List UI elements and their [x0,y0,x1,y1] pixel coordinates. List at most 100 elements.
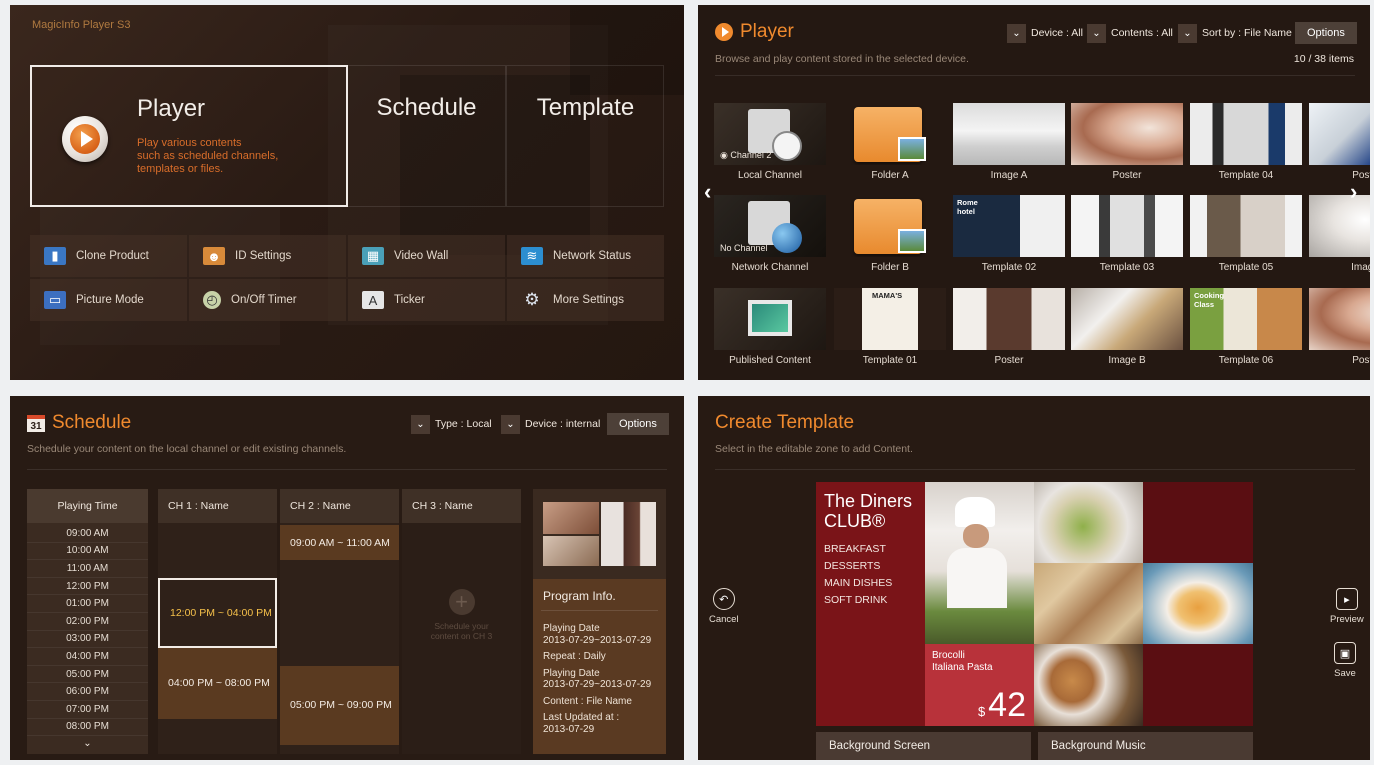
content-tile[interactable]: No Channel Network Channel [714,195,826,277]
network-status-button[interactable]: ≋ Network Status [507,235,664,277]
content-tile[interactable]: Image A [953,103,1065,185]
button-label: Network Status [553,250,631,262]
empty-zone[interactable] [1143,482,1253,563]
time-slot: 08:00 PM [27,719,148,737]
globe-icon [772,223,802,253]
chef-image-zone[interactable] [925,482,1034,644]
empty-zone[interactable] [816,644,925,726]
id-settings-button[interactable]: ☻ ID Settings [189,235,346,277]
device-filter[interactable]: ⌄ Device : internal [501,414,600,434]
on-off-timer-button[interactable]: ◴ On/Off Timer [189,279,346,321]
empty-zone[interactable] [1143,644,1253,726]
photo-icon [898,229,926,253]
filter-label: Type : Local [435,418,492,430]
chevron-down-icon: ⌄ [1007,23,1026,43]
column-header: CH 3 : Name [402,489,521,523]
video-wall-button[interactable]: ▦ Video Wall [348,235,505,277]
tile-label: Image [1351,262,1370,273]
content-tile[interactable]: Image B [1071,288,1183,370]
sort-filter[interactable]: ⌄ Sort by : File Name [1178,23,1292,43]
divider [715,75,1355,76]
content-tile[interactable]: Image [1309,195,1370,277]
play-icon [62,116,108,162]
tile-thumbnail [834,103,946,165]
page-subtitle: Select in the editable zone to add Conte… [715,443,913,455]
device-filter[interactable]: ⌄ Device : All [1007,23,1083,43]
more-settings-button[interactable]: ⚙ More Settings [507,279,664,321]
content-tile[interactable]: Template 05 [1190,195,1302,277]
chevron-right-icon[interactable]: › [1350,179,1357,205]
content-tile[interactable]: Poster [1071,103,1183,185]
image-zone[interactable] [1034,563,1143,644]
clone-product-button[interactable]: ▮ Clone Product [30,235,187,277]
time-list: 09:00 AM 10:00 AM 11:00 AM 12:00 PM 01:00 PM… [27,523,148,737]
playing-time-column: Playing Time 09:00 AM 10:00 AM 11:00 AM 12:… [27,489,148,754]
menu-title: Player [137,95,206,122]
content-tile[interactable]: Poster [953,288,1065,370]
menu-entry: MAIN DISHES [824,577,893,589]
headline: The Diners [824,491,913,511]
channel-column-2: CH 2 : Name 09:00 AM ~ 11:00 AM 05:00 PM … [280,489,399,754]
price-value: 42 [988,686,1026,724]
type-filter[interactable]: ⌄ Type : Local [411,414,492,434]
schedule-block[interactable]: 04:00 PM ~ 08:00 PM [158,648,277,719]
chef-jacket [947,548,1007,608]
save-button[interactable]: ▣ Save [1334,642,1356,679]
menu-template[interactable]: Template [506,65,664,207]
button-label: Picture Mode [76,294,144,306]
tile-label: Template 03 [1099,262,1155,273]
content-tile[interactable]: Cooking Class Template 06 [1190,288,1302,370]
add-schedule-button[interactable]: + Schedule your content on CH 3 [402,589,521,641]
schedule-block[interactable]: 05:00 PM ~ 09:00 PM [280,665,399,745]
content-tile[interactable]: Poste [1309,103,1370,185]
time-slot: 06:00 PM [27,683,148,701]
background-screen-button[interactable]: Background Screen [816,732,1031,760]
thumb-image [543,502,599,534]
info-line: 2013-07-29~2013-07-29 [543,634,652,646]
schedule-block[interactable]: 12:00 PM ~ 04:00 PM [158,577,277,649]
content-tile[interactable]: Poste [1309,288,1370,370]
page-title: Player [715,21,794,43]
ticker-button[interactable]: A Ticker [348,279,505,321]
schedule-block[interactable]: 09:00 AM ~ 11:00 AM [280,525,399,561]
thumb-image [543,536,599,566]
publish-icon [748,300,792,336]
menu-schedule[interactable]: Schedule [348,65,506,207]
background-music-button[interactable]: Background Music [1038,732,1253,760]
channel-overlay: ◉ Channel 2 [720,150,772,160]
screen [752,304,788,332]
time-slot: 01:00 PM [27,595,148,613]
image-zone[interactable] [1034,644,1143,726]
cancel-button[interactable]: ↶ Cancel [709,588,739,625]
info-line: 2013-07-29 [543,723,595,735]
preview-button[interactable]: ▸ Preview [1330,588,1364,625]
chevron-down-icon[interactable]: ⌄ [27,738,148,749]
menu-entry: SOFT DRINK [824,594,888,606]
content-tile[interactable]: Folder B [834,195,946,277]
menu-player[interactable]: Player Play various contents such as sch… [30,65,348,207]
picture-mode-button[interactable]: ▭ Picture Mode [30,279,187,321]
content-tile[interactable]: MAMA'S Template 01 [834,288,946,370]
content-tile[interactable]: Published Content [714,288,826,370]
content-tile[interactable]: Folder A [834,103,946,185]
page-title: Create Template [715,412,855,433]
options-button[interactable]: Options [607,413,669,435]
tile-thumbnail [1071,103,1183,165]
options-button[interactable]: Options [1295,22,1357,44]
content-tile[interactable]: Rome hotel Template 02 [953,195,1065,277]
time-slot: 11:00 AM [27,560,148,578]
image-zone[interactable] [1034,482,1143,563]
tile-label: Template 04 [1218,170,1274,181]
content-tile[interactable]: ◉ Channel 2 Local Channel [714,103,826,185]
monitor-icon: ▭ [44,291,66,309]
tile-caption: MAMA'S [872,291,903,300]
chevron-left-icon[interactable]: ‹ [704,179,711,205]
time-slot: 02:00 PM [27,613,148,631]
content-tile[interactable]: Template 03 [1071,195,1183,277]
button-label: Video Wall [394,250,449,262]
image-zone[interactable] [1143,563,1253,644]
price-zone[interactable]: Brocolli Italiana Pasta $ 42 [925,644,1034,726]
text-zone[interactable]: The Diners CLUB® BREAKFAST DESSERTS MAIN D… [816,482,925,644]
contents-filter[interactable]: ⌄ Contents : All [1087,23,1173,43]
content-tile[interactable]: Template 04 [1190,103,1302,185]
